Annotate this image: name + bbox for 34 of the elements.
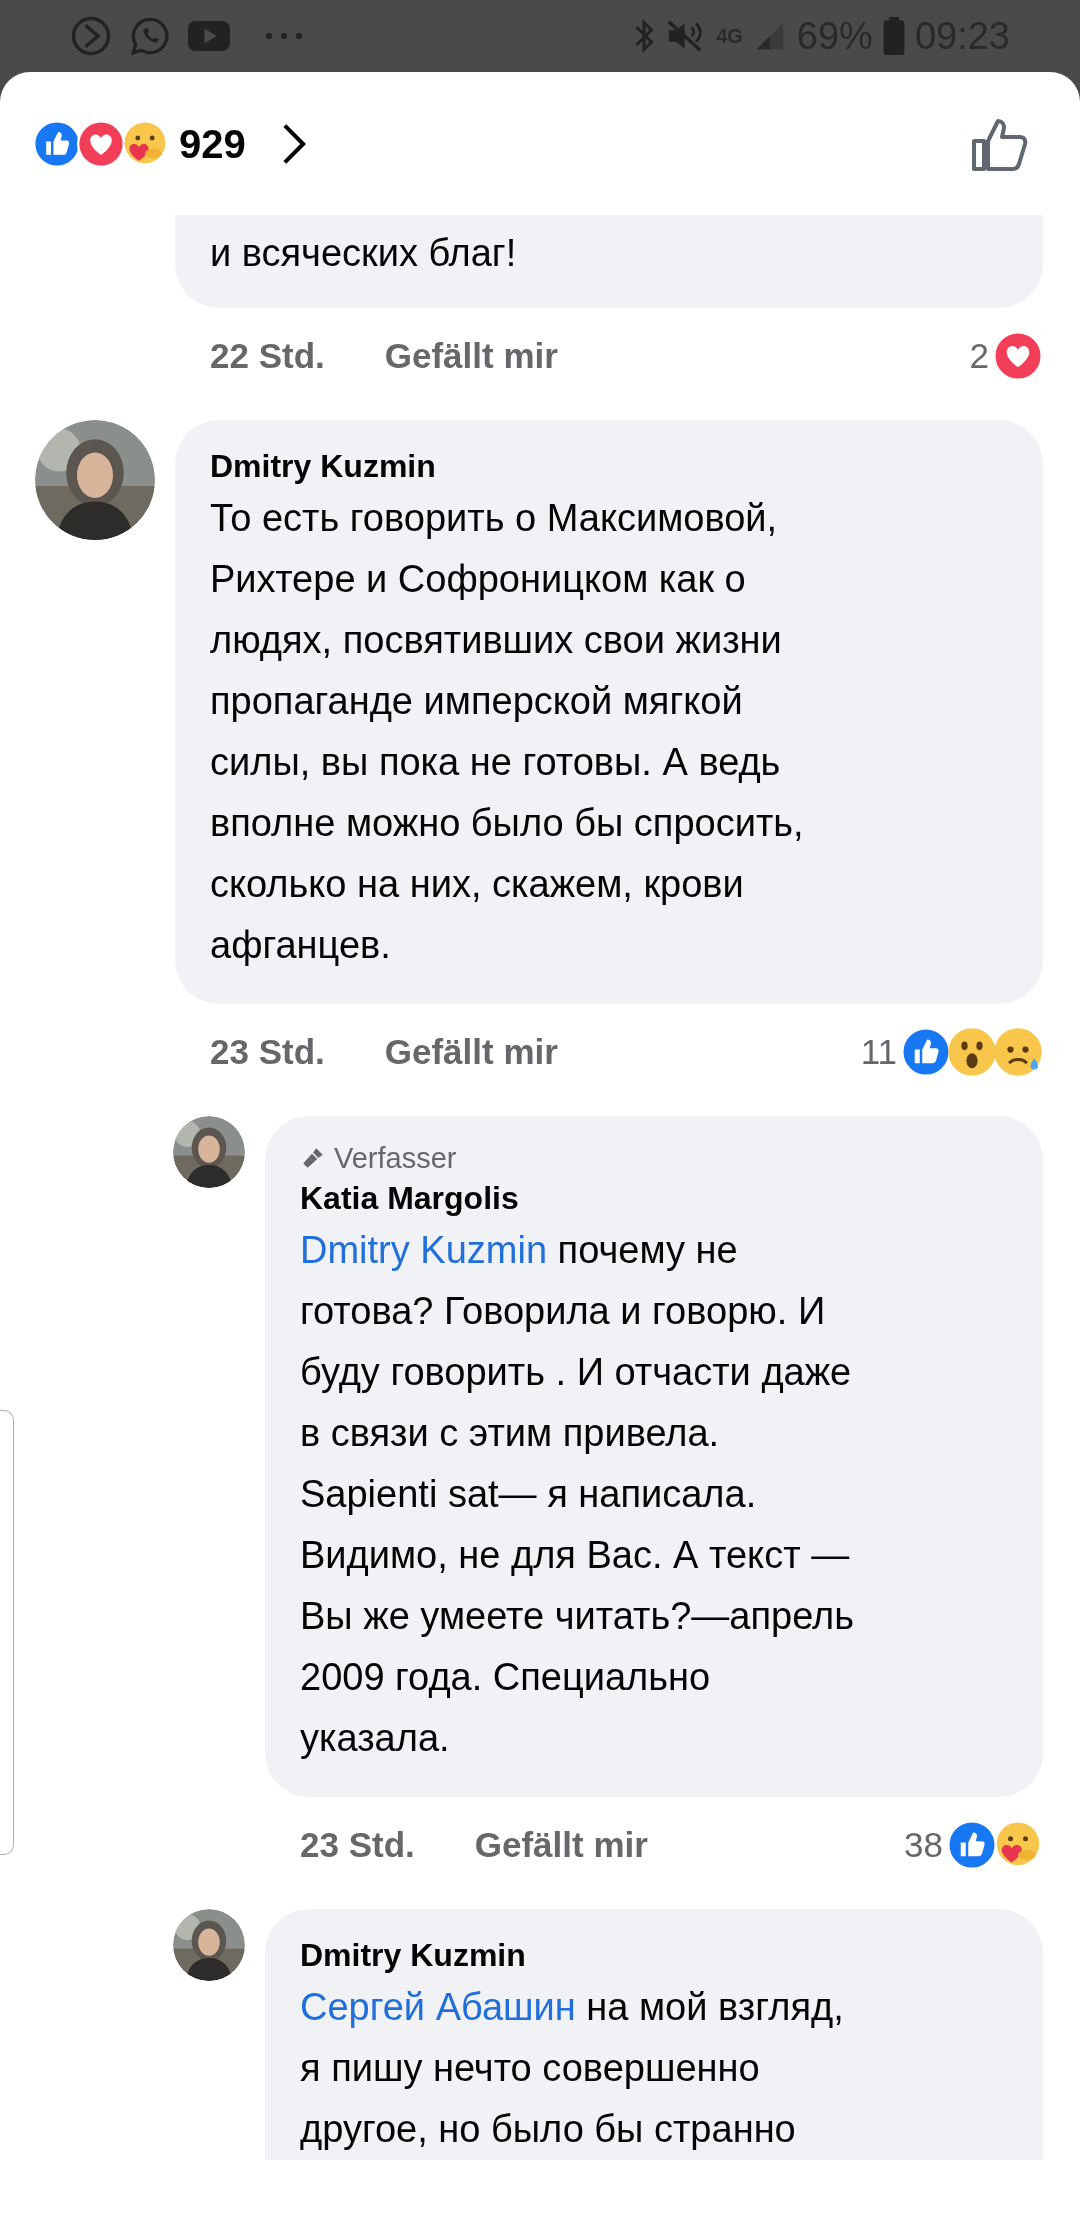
comment-text: и всяческих благ! xyxy=(210,231,518,276)
more-dots-icon xyxy=(264,31,304,41)
sad-reaction-icon xyxy=(993,1027,1043,1077)
like-reaction-icon xyxy=(33,119,81,168)
mention-link[interactable]: Сергей Абашин xyxy=(300,1986,576,2028)
like-reaction-icon xyxy=(947,1820,997,1870)
comment-time: 22 Std. xyxy=(210,334,325,377)
reaction-count: 11 xyxy=(860,1030,897,1073)
comment-author[interactable]: Dmitry Kuzmin xyxy=(210,444,1013,488)
mention-link[interactable]: Dmitry Kuzmin xyxy=(300,1229,548,1271)
reaction-count: 38 xyxy=(904,1823,943,1866)
heart-reaction-icon xyxy=(77,119,125,168)
author-role-label: Verfasser xyxy=(334,1141,457,1176)
comment-text: То есть говорить о Максимовой, Рихтере и Софроницком как о людях, посвятивших свои жизни пропаганде имперской мягкой силы, вы пока не готовы. А ведь вполне можно было бы спросить, сколько на них, скажем, крови афганцев. xyxy=(210,496,805,968)
reaction-count: 2 xyxy=(969,334,989,377)
reactions-summary[interactable]: 929 xyxy=(33,113,308,174)
microphone-icon xyxy=(300,1145,326,1171)
comment-author[interactable]: Katia Margolis xyxy=(300,1176,1013,1220)
edge-panel-handle[interactable] xyxy=(0,1410,14,1855)
play-circle-icon xyxy=(70,15,112,57)
video-play-icon xyxy=(188,20,230,52)
battery-icon xyxy=(882,17,905,55)
comment-text: Сергей Абашин на мой взгляд, я пишу нечто совершенно другое, но было бы странно xyxy=(300,1985,845,2152)
comment-time: 23 Std. xyxy=(210,1030,325,1073)
like-link[interactable]: Gefällt mir xyxy=(474,1818,648,1872)
chat-bubble-icon xyxy=(130,16,170,56)
comment-author[interactable]: Dmitry Kuzmin xyxy=(300,1933,1013,1977)
comment-text: Dmitry Kuzmin почему не готова? Говорила и говорю. И буду говорить . И отчасти даже в связи с этим привела. Sapienti sat— я написала. Видимо, не для Вас. А текст — Вы же умеете читать?—апрель 2009 года. Специально указала. xyxy=(300,1228,856,1761)
like-link[interactable]: Gefällt mir xyxy=(384,329,558,383)
like-link[interactable]: Gefällt mir xyxy=(384,1025,558,1079)
like-reaction-icon xyxy=(901,1027,951,1077)
comment-time: 23 Std. xyxy=(300,1823,415,1866)
heart-reaction-icon xyxy=(993,331,1043,381)
surprised-reaction-icon xyxy=(947,1027,997,1077)
